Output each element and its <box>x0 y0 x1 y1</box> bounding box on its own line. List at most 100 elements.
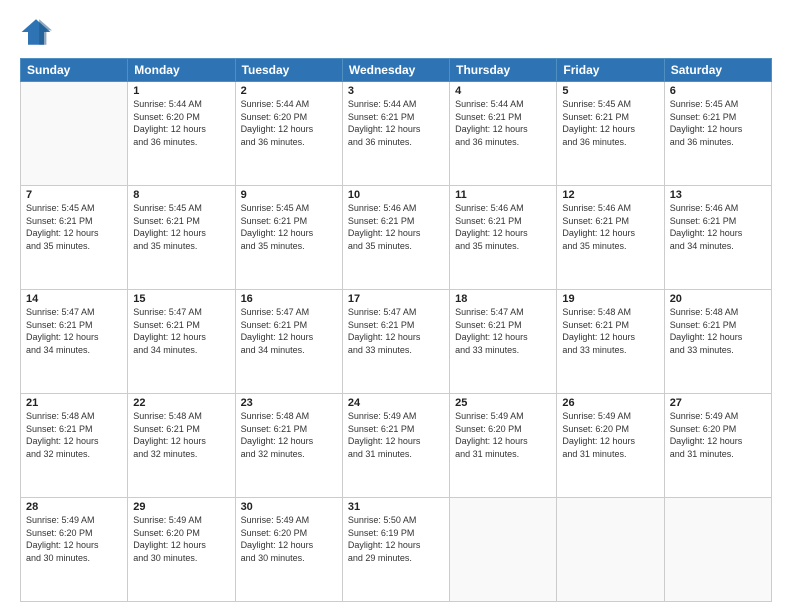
calendar-cell: 19 Sunrise: 5:48 AMSunset: 6:21 PMDaylig… <box>557 290 664 394</box>
calendar-week-1: 1 Sunrise: 5:44 AMSunset: 6:20 PMDayligh… <box>21 82 772 186</box>
day-info: Sunrise: 5:46 AMSunset: 6:21 PMDaylight:… <box>670 202 766 252</box>
day-number: 30 <box>241 501 337 513</box>
day-info: Sunrise: 5:48 AMSunset: 6:21 PMDaylight:… <box>670 306 766 356</box>
calendar-header-tuesday: Tuesday <box>235 59 342 82</box>
header <box>20 16 772 48</box>
calendar-week-5: 28 Sunrise: 5:49 AMSunset: 6:20 PMDaylig… <box>21 498 772 602</box>
calendar-week-4: 21 Sunrise: 5:48 AMSunset: 6:21 PMDaylig… <box>21 394 772 498</box>
calendar-cell: 22 Sunrise: 5:48 AMSunset: 6:21 PMDaylig… <box>128 394 235 498</box>
day-number: 1 <box>133 85 229 97</box>
day-number: 13 <box>670 189 766 201</box>
day-number: 2 <box>241 85 337 97</box>
calendar-cell: 21 Sunrise: 5:48 AMSunset: 6:21 PMDaylig… <box>21 394 128 498</box>
day-number: 27 <box>670 397 766 409</box>
day-number: 7 <box>26 189 122 201</box>
day-info: Sunrise: 5:46 AMSunset: 6:21 PMDaylight:… <box>562 202 658 252</box>
day-info: Sunrise: 5:49 AMSunset: 6:20 PMDaylight:… <box>562 410 658 460</box>
calendar-cell: 10 Sunrise: 5:46 AMSunset: 6:21 PMDaylig… <box>342 186 449 290</box>
calendar-cell: 29 Sunrise: 5:49 AMSunset: 6:20 PMDaylig… <box>128 498 235 602</box>
day-number: 8 <box>133 189 229 201</box>
day-number: 26 <box>562 397 658 409</box>
day-info: Sunrise: 5:44 AMSunset: 6:20 PMDaylight:… <box>241 98 337 148</box>
calendar-table: SundayMondayTuesdayWednesdayThursdayFrid… <box>20 58 772 602</box>
day-number: 6 <box>670 85 766 97</box>
calendar-cell: 14 Sunrise: 5:47 AMSunset: 6:21 PMDaylig… <box>21 290 128 394</box>
calendar-cell <box>450 498 557 602</box>
calendar-cell: 3 Sunrise: 5:44 AMSunset: 6:21 PMDayligh… <box>342 82 449 186</box>
logo <box>20 16 56 48</box>
calendar-header-row: SundayMondayTuesdayWednesdayThursdayFrid… <box>21 59 772 82</box>
calendar-cell: 15 Sunrise: 5:47 AMSunset: 6:21 PMDaylig… <box>128 290 235 394</box>
day-info: Sunrise: 5:45 AMSunset: 6:21 PMDaylight:… <box>133 202 229 252</box>
calendar-header-saturday: Saturday <box>664 59 771 82</box>
calendar-cell <box>21 82 128 186</box>
day-number: 20 <box>670 293 766 305</box>
day-number: 11 <box>455 189 551 201</box>
day-info: Sunrise: 5:47 AMSunset: 6:21 PMDaylight:… <box>133 306 229 356</box>
calendar-week-2: 7 Sunrise: 5:45 AMSunset: 6:21 PMDayligh… <box>21 186 772 290</box>
day-number: 29 <box>133 501 229 513</box>
day-number: 14 <box>26 293 122 305</box>
day-info: Sunrise: 5:45 AMSunset: 6:21 PMDaylight:… <box>241 202 337 252</box>
calendar-cell <box>557 498 664 602</box>
calendar-header-friday: Friday <box>557 59 664 82</box>
day-info: Sunrise: 5:45 AMSunset: 6:21 PMDaylight:… <box>670 98 766 148</box>
calendar-cell: 7 Sunrise: 5:45 AMSunset: 6:21 PMDayligh… <box>21 186 128 290</box>
day-info: Sunrise: 5:45 AMSunset: 6:21 PMDaylight:… <box>562 98 658 148</box>
day-info: Sunrise: 5:46 AMSunset: 6:21 PMDaylight:… <box>348 202 444 252</box>
calendar-cell: 12 Sunrise: 5:46 AMSunset: 6:21 PMDaylig… <box>557 186 664 290</box>
day-number: 3 <box>348 85 444 97</box>
day-info: Sunrise: 5:48 AMSunset: 6:21 PMDaylight:… <box>241 410 337 460</box>
day-info: Sunrise: 5:49 AMSunset: 6:20 PMDaylight:… <box>26 514 122 564</box>
calendar-cell: 31 Sunrise: 5:50 AMSunset: 6:19 PMDaylig… <box>342 498 449 602</box>
day-number: 16 <box>241 293 337 305</box>
day-number: 28 <box>26 501 122 513</box>
calendar-cell: 24 Sunrise: 5:49 AMSunset: 6:21 PMDaylig… <box>342 394 449 498</box>
calendar-cell: 1 Sunrise: 5:44 AMSunset: 6:20 PMDayligh… <box>128 82 235 186</box>
day-info: Sunrise: 5:44 AMSunset: 6:20 PMDaylight:… <box>133 98 229 148</box>
calendar-cell: 17 Sunrise: 5:47 AMSunset: 6:21 PMDaylig… <box>342 290 449 394</box>
calendar-cell: 8 Sunrise: 5:45 AMSunset: 6:21 PMDayligh… <box>128 186 235 290</box>
calendar-cell: 28 Sunrise: 5:49 AMSunset: 6:20 PMDaylig… <box>21 498 128 602</box>
day-info: Sunrise: 5:46 AMSunset: 6:21 PMDaylight:… <box>455 202 551 252</box>
day-info: Sunrise: 5:48 AMSunset: 6:21 PMDaylight:… <box>26 410 122 460</box>
day-number: 10 <box>348 189 444 201</box>
day-number: 24 <box>348 397 444 409</box>
day-info: Sunrise: 5:47 AMSunset: 6:21 PMDaylight:… <box>241 306 337 356</box>
calendar-cell: 25 Sunrise: 5:49 AMSunset: 6:20 PMDaylig… <box>450 394 557 498</box>
calendar-cell: 9 Sunrise: 5:45 AMSunset: 6:21 PMDayligh… <box>235 186 342 290</box>
calendar-cell: 16 Sunrise: 5:47 AMSunset: 6:21 PMDaylig… <box>235 290 342 394</box>
day-info: Sunrise: 5:49 AMSunset: 6:20 PMDaylight:… <box>133 514 229 564</box>
calendar-cell <box>664 498 771 602</box>
calendar-cell: 13 Sunrise: 5:46 AMSunset: 6:21 PMDaylig… <box>664 186 771 290</box>
page: SundayMondayTuesdayWednesdayThursdayFrid… <box>0 0 792 612</box>
day-number: 17 <box>348 293 444 305</box>
calendar-cell: 11 Sunrise: 5:46 AMSunset: 6:21 PMDaylig… <box>450 186 557 290</box>
day-number: 19 <box>562 293 658 305</box>
calendar-cell: 2 Sunrise: 5:44 AMSunset: 6:20 PMDayligh… <box>235 82 342 186</box>
day-info: Sunrise: 5:47 AMSunset: 6:21 PMDaylight:… <box>455 306 551 356</box>
day-number: 5 <box>562 85 658 97</box>
day-info: Sunrise: 5:49 AMSunset: 6:20 PMDaylight:… <box>241 514 337 564</box>
day-info: Sunrise: 5:48 AMSunset: 6:21 PMDaylight:… <box>562 306 658 356</box>
day-info: Sunrise: 5:45 AMSunset: 6:21 PMDaylight:… <box>26 202 122 252</box>
day-number: 25 <box>455 397 551 409</box>
day-info: Sunrise: 5:44 AMSunset: 6:21 PMDaylight:… <box>455 98 551 148</box>
calendar-cell: 26 Sunrise: 5:49 AMSunset: 6:20 PMDaylig… <box>557 394 664 498</box>
day-info: Sunrise: 5:48 AMSunset: 6:21 PMDaylight:… <box>133 410 229 460</box>
calendar-header-sunday: Sunday <box>21 59 128 82</box>
day-number: 21 <box>26 397 122 409</box>
day-info: Sunrise: 5:49 AMSunset: 6:21 PMDaylight:… <box>348 410 444 460</box>
calendar-cell: 30 Sunrise: 5:49 AMSunset: 6:20 PMDaylig… <box>235 498 342 602</box>
day-number: 23 <box>241 397 337 409</box>
day-info: Sunrise: 5:49 AMSunset: 6:20 PMDaylight:… <box>455 410 551 460</box>
day-number: 9 <box>241 189 337 201</box>
calendar-cell: 6 Sunrise: 5:45 AMSunset: 6:21 PMDayligh… <box>664 82 771 186</box>
calendar-cell: 18 Sunrise: 5:47 AMSunset: 6:21 PMDaylig… <box>450 290 557 394</box>
calendar-header-wednesday: Wednesday <box>342 59 449 82</box>
day-number: 12 <box>562 189 658 201</box>
calendar-cell: 5 Sunrise: 5:45 AMSunset: 6:21 PMDayligh… <box>557 82 664 186</box>
day-info: Sunrise: 5:49 AMSunset: 6:20 PMDaylight:… <box>670 410 766 460</box>
day-info: Sunrise: 5:50 AMSunset: 6:19 PMDaylight:… <box>348 514 444 564</box>
day-number: 18 <box>455 293 551 305</box>
